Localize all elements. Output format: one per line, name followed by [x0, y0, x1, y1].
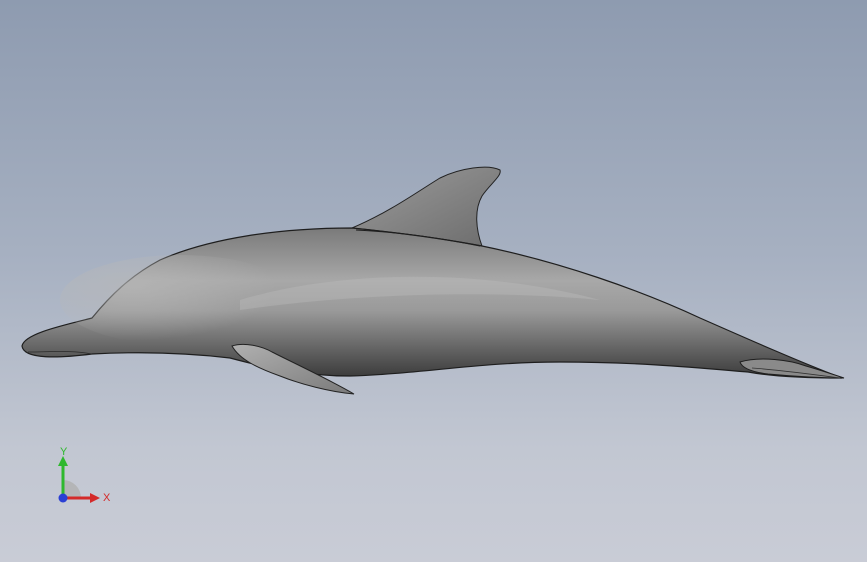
z-axis-dot-icon: [58, 493, 68, 503]
graphics-viewport[interactable]: Y X: [0, 0, 867, 562]
dolphin-model[interactable]: [0, 0, 867, 562]
x-axis-label: X: [103, 492, 111, 504]
y-axis-label: Y: [60, 446, 68, 458]
axis-triad[interactable]: Y X: [48, 440, 128, 510]
x-axis-arrow-icon: [90, 493, 100, 503]
